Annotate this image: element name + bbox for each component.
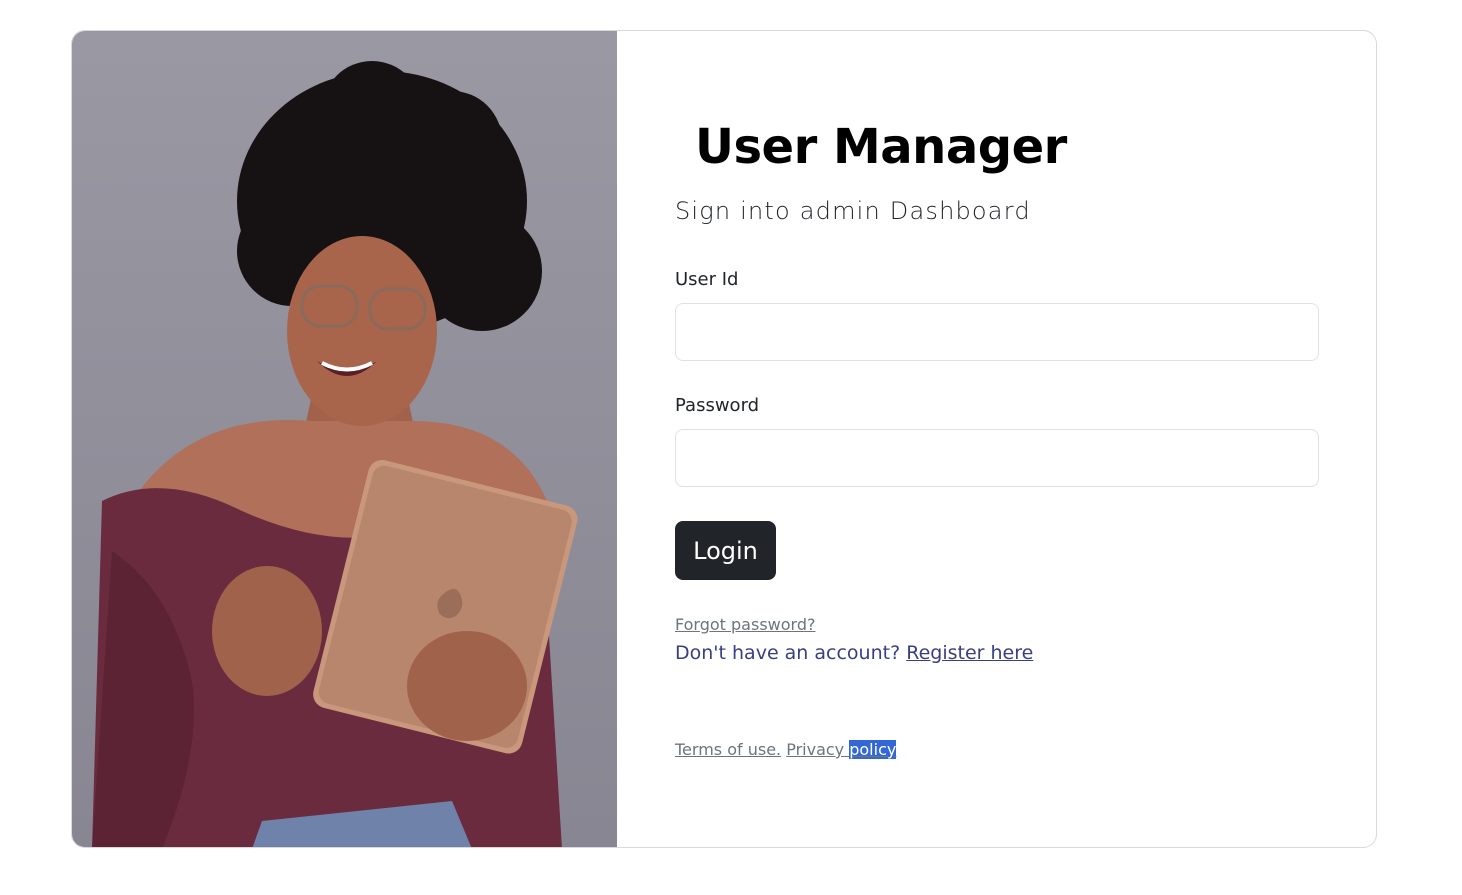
login-button[interactable]: Login: [675, 521, 776, 580]
privacy-link-text: Privacy: [786, 740, 850, 759]
no-account-text: Don't have an account?: [675, 642, 901, 664]
password-input[interactable]: [675, 429, 1319, 487]
page-subtitle: Sign into admin Dashboard: [675, 197, 1031, 225]
privacy-policy-link[interactable]: Privacy policy: [786, 740, 897, 759]
user-id-input[interactable]: [675, 303, 1319, 361]
password-label: Password: [675, 395, 760, 416]
user-id-label: User Id: [675, 269, 739, 290]
login-card: User Manager Sign into admin Dashboard U…: [71, 30, 1377, 848]
photo-illustration: [92, 61, 578, 847]
register-prompt: Don't have an account? Register here: [675, 642, 1033, 664]
register-link[interactable]: Register here: [906, 642, 1033, 664]
login-form-panel: User Manager Sign into admin Dashboard U…: [617, 31, 1376, 847]
terms-link[interactable]: Terms of use.: [675, 740, 781, 759]
forgot-password-link[interactable]: Forgot password?: [675, 615, 815, 634]
legal-links: Terms of use. Privacy policy: [675, 740, 897, 759]
woman-with-tablet-photo: [72, 31, 617, 847]
app-title: User Manager: [695, 119, 1067, 175]
privacy-link-selected-text: policy: [849, 740, 897, 759]
